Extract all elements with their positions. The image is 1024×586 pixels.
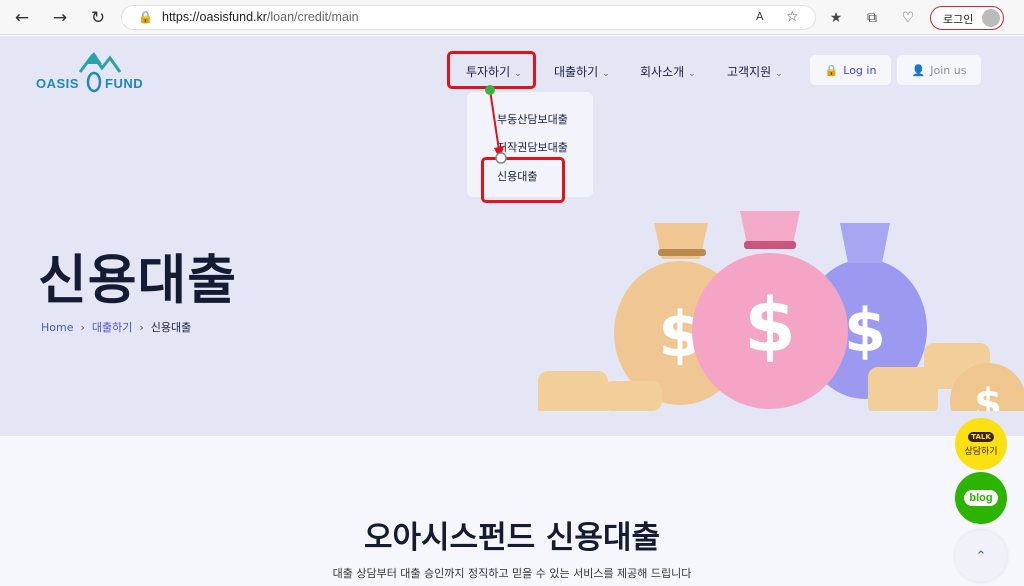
chevron-right-icon: › — [80, 321, 85, 334]
hero-illustration: $ $ $ $ — [538, 211, 1024, 411]
join-button[interactable]: 👤 Join us — [897, 55, 981, 85]
annotation-arrow — [485, 85, 507, 164]
menu-about[interactable]: 회사소개 ⌄ — [640, 63, 696, 80]
page-title: 신용대출 — [38, 250, 238, 311]
chevron-down-icon: ⌄ — [688, 69, 696, 79]
breadcrumb-loan[interactable]: 대출하기 — [92, 321, 132, 334]
breadcrumb: Home › 대출하기 › 신용대출 — [41, 319, 191, 335]
blog-label: blog — [964, 490, 998, 506]
svg-text:$: $ — [844, 296, 886, 366]
read-aloud-icon[interactable]: A — [756, 10, 764, 23]
user-icon: 👤 — [911, 63, 926, 77]
back-icon[interactable]: ← — [10, 6, 34, 30]
breadcrumb-current: 신용대출 — [150, 321, 192, 334]
section-subtitle: 대출 상담부터 대출 승인까지 정직하고 믿을 수 있는 서비스를 제공해 드립… — [332, 567, 692, 580]
url-text: https://oasisfund.kr/loan/credit/main — [162, 10, 359, 24]
health-icon[interactable]: ♡ — [898, 8, 918, 28]
breadcrumb-home[interactable]: Home — [41, 321, 73, 334]
talk-badge: TALK — [968, 431, 994, 442]
chevron-right-icon: › — [139, 321, 144, 334]
svg-text:$: $ — [974, 381, 1002, 411]
section-title: 오아시스펀드 신용대출 — [364, 520, 660, 556]
talk-label: 상담하기 — [964, 446, 998, 457]
menu-support[interactable]: 고객지원 ⌄ — [727, 63, 783, 80]
refresh-icon[interactable]: ↻ — [86, 6, 110, 30]
blog-button[interactable]: blog — [955, 472, 1007, 524]
svg-text:$: $ — [744, 283, 796, 369]
chevron-down-icon: ⌄ — [602, 69, 610, 79]
forward-icon[interactable]: → — [48, 6, 72, 30]
scroll-top-button[interactable]: ⌃ — [955, 530, 1007, 582]
browser-login-button[interactable]: 로그인 — [930, 6, 1004, 30]
chevron-down-icon: ⌄ — [775, 69, 783, 79]
favorites-icon[interactable]: ★ — [826, 8, 846, 28]
menu-loan[interactable]: 대출하기 ⌄ — [554, 63, 610, 80]
logo-text-left[interactable]: OASIS — [36, 76, 79, 91]
address-bar[interactable]: 🔒 https://oasisfund.kr/loan/credit/main … — [121, 5, 816, 30]
avatar — [982, 9, 1000, 27]
lock-icon: 🔒 — [824, 63, 839, 77]
collections-icon[interactable]: ⧉ — [862, 8, 882, 28]
lock-icon: 🔒 — [138, 10, 153, 24]
intro-section — [0, 436, 1024, 586]
login-button[interactable]: 🔒 Log in — [810, 55, 891, 85]
browser-toolbar: ← → ↻ 🔒 https://oasisfund.kr/loan/credit… — [0, 0, 1024, 35]
logo-text-right[interactable]: FUND — [105, 76, 143, 91]
chevron-up-icon: ⌃ — [975, 548, 987, 564]
kakao-talk-button[interactable]: TALK 상담하기 — [955, 418, 1007, 470]
favorite-star-icon[interactable]: ☆ — [786, 9, 799, 25]
